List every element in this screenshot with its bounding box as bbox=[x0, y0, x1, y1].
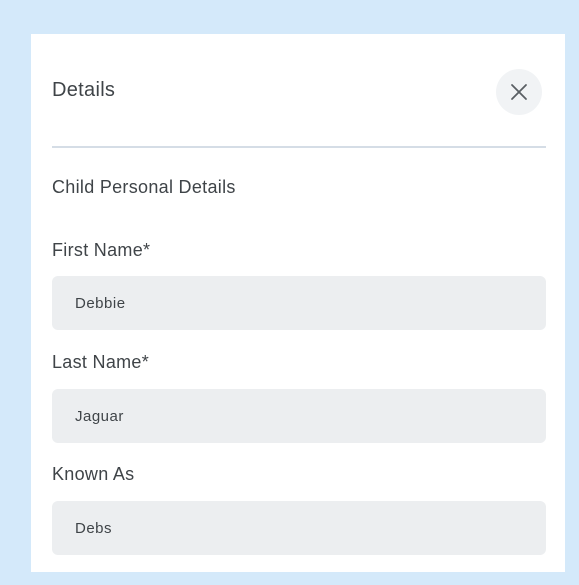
panel-title: Details bbox=[52, 79, 116, 101]
header-divider bbox=[52, 146, 546, 148]
first-name-label: First Name* bbox=[52, 240, 151, 260]
known-as-field[interactable] bbox=[52, 501, 546, 555]
last-name-field[interactable] bbox=[52, 389, 546, 443]
first-name-field[interactable] bbox=[52, 276, 546, 330]
close-icon bbox=[511, 84, 527, 100]
last-name-label: Last Name* bbox=[52, 352, 150, 372]
known-as-label: Known As bbox=[52, 464, 135, 484]
close-button[interactable] bbox=[496, 69, 542, 115]
details-panel: Details Child Personal Details First Nam… bbox=[31, 34, 565, 572]
section-title: Child Personal Details bbox=[52, 177, 236, 197]
